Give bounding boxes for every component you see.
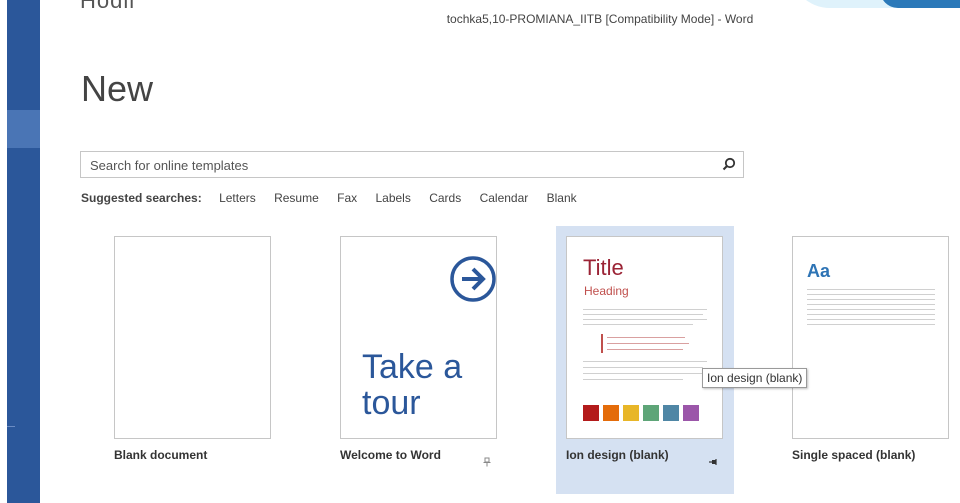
- sidebar-item-new[interactable]: [7, 110, 40, 148]
- template-thumbnail: [114, 236, 271, 439]
- suggested-labels-link[interactable]: Labels: [375, 191, 410, 205]
- ion-quote-bar: [601, 334, 603, 353]
- sidebar-divider: [7, 426, 15, 427]
- title-bar-decoration: [790, 0, 960, 8]
- template-thumbnail: Take a tour: [340, 236, 497, 439]
- sidebar-edge: [0, 0, 7, 503]
- ion-preview-title: Title: [583, 255, 624, 280]
- template-ion-design[interactable]: Title Heading Ion design (blank): [556, 226, 734, 494]
- suggested-blank-link[interactable]: Blank: [547, 191, 577, 205]
- template-name: Welcome to Word: [340, 448, 441, 462]
- template-blank-document[interactable]: Blank document: [104, 226, 282, 494]
- suggested-letters-link[interactable]: Letters: [219, 191, 256, 205]
- tour-preview-text: Take a tour: [362, 349, 462, 421]
- suggested-searches: Suggested searches: Letters Resume Fax L…: [81, 191, 592, 205]
- color-swatch: [623, 405, 639, 421]
- ion-preview-heading: Heading: [584, 284, 629, 298]
- color-swatch: [583, 405, 599, 421]
- search-input[interactable]: [88, 157, 712, 174]
- color-swatch: [683, 405, 699, 421]
- single-spaced-preview-title: Aa: [807, 261, 831, 281]
- cropped-heading: Hodli: [80, 0, 136, 13]
- suggested-resume-link[interactable]: Resume: [274, 191, 319, 205]
- template-thumbnail: Title Heading: [566, 236, 723, 439]
- pin-icon[interactable]: [482, 457, 492, 467]
- page-title: New: [81, 68, 154, 109]
- template-thumbnail: Aa: [792, 236, 949, 439]
- color-swatch: [603, 405, 619, 421]
- suggested-cards-link[interactable]: Cards: [429, 191, 461, 205]
- search-icon[interactable]: [722, 157, 736, 171]
- color-swatch: [663, 405, 679, 421]
- color-swatch: [643, 405, 659, 421]
- window-title: tochka5,10-PROMIANA_IITB [Compatibility …: [446, 12, 754, 26]
- template-welcome-to-word[interactable]: Take a tour Welcome to Word: [330, 226, 508, 494]
- template-name: Ion design (blank): [566, 448, 669, 462]
- suggested-searches-label: Suggested searches:: [81, 191, 202, 205]
- backstage-sidebar: [0, 0, 40, 503]
- template-single-spaced[interactable]: Aa Single spaced (blank): [782, 226, 960, 494]
- suggested-calendar-link[interactable]: Calendar: [480, 191, 529, 205]
- template-search-box: [80, 151, 744, 178]
- template-tooltip: Ion design (blank): [702, 368, 808, 388]
- pin-icon[interactable]: [708, 457, 718, 467]
- template-name: Single spaced (blank): [792, 448, 916, 462]
- suggested-fax-link[interactable]: Fax: [337, 191, 357, 205]
- tour-line-2: tour: [362, 384, 421, 422]
- tour-line-1: Take a: [362, 348, 463, 386]
- template-name: Blank document: [114, 448, 208, 462]
- arrow-right-circle-icon: [450, 256, 496, 302]
